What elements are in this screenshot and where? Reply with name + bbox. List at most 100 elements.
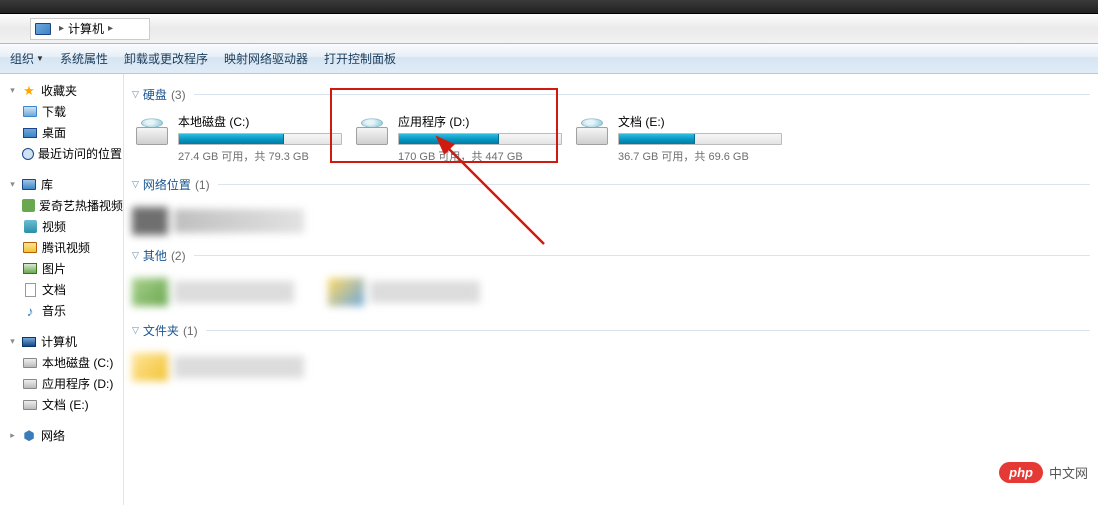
divider <box>218 184 1090 185</box>
folder-item[interactable] <box>132 347 1090 387</box>
computer-icon <box>35 23 51 35</box>
tree-label: 桌面 <box>42 124 66 141</box>
disk-icon <box>23 400 37 410</box>
php-logo: php <box>999 462 1043 483</box>
tree-label: 计算机 <box>41 333 77 350</box>
group-header-network[interactable]: ▽ 网络位置 (1) <box>132 176 1090 193</box>
group-header-folders[interactable]: ▽ 文件夹 (1) <box>132 322 1090 339</box>
tencent-icon <box>23 242 37 253</box>
divider <box>206 330 1090 331</box>
group-title: 硬盘 <box>143 86 167 103</box>
pictures-icon <box>23 263 37 274</box>
expand-icon[interactable]: ▸ <box>8 430 17 441</box>
group-count: (1) <box>183 324 198 338</box>
collapse-icon: ▽ <box>132 250 139 261</box>
drive-item-c[interactable]: 本地磁盘 (C:) 27.4 GB 可用，共 79.3 GB <box>132 111 344 166</box>
hard-disk-icon <box>574 113 610 145</box>
divider <box>194 255 1090 256</box>
breadcrumb-root[interactable]: 计算机 <box>68 20 104 37</box>
tree-label: 应用程序 (D:) <box>42 375 113 392</box>
drive-name: 文档 (E:) <box>618 113 782 130</box>
group-title: 文件夹 <box>143 322 179 339</box>
recent-icon <box>22 148 34 160</box>
chevron-right-icon: ▸ <box>108 23 113 34</box>
desktop-icon <box>23 128 37 138</box>
sidebar-item-disk-d[interactable]: 应用程序 (D:) <box>0 373 123 394</box>
drive-item-d[interactable]: 应用程序 (D:) 170 GB 可用，共 447 GB <box>352 111 564 166</box>
tree-favorites[interactable]: ▾ ★ 收藏夹 <box>0 80 123 101</box>
tree-label: 图片 <box>42 260 66 277</box>
drive-item-e[interactable]: 文档 (E:) 36.7 GB 可用，共 69.6 GB <box>572 111 784 166</box>
tree-label: 腾讯视频 <box>42 239 90 256</box>
sidebar-item-music[interactable]: ♪ 音乐 <box>0 300 123 321</box>
item-label <box>370 281 480 303</box>
tree-libraries[interactable]: ▾ 库 <box>0 174 123 195</box>
tree-label: 文档 (E:) <box>42 396 89 413</box>
collapse-icon: ▽ <box>132 325 139 336</box>
drive-stats: 27.4 GB 可用，共 79.3 GB <box>178 148 342 164</box>
sidebar-item-recent[interactable]: 最近访问的位置 <box>0 143 123 164</box>
navigation-sidebar: ▾ ★ 收藏夹 下载 桌面 最近访问的位置 ▾ 库 <box>0 74 124 505</box>
tree-label: 文档 <box>42 281 66 298</box>
network-item[interactable] <box>132 201 1090 241</box>
group-count: (3) <box>171 88 186 102</box>
other-item[interactable] <box>132 272 294 312</box>
toolbar-uninstall[interactable]: 卸载或更改程序 <box>124 50 208 67</box>
drive-stats: 36.7 GB 可用，共 69.6 GB <box>618 148 782 164</box>
tree-label: 网络 <box>41 427 65 444</box>
address-bar: ▸ 计算机 ▸ <box>0 14 1098 44</box>
collapse-icon[interactable]: ▾ <box>8 85 17 96</box>
video-icon <box>24 220 37 233</box>
nav-back-button[interactable] <box>4 18 26 40</box>
titlebar-decoration <box>0 0 1098 14</box>
collapse-icon[interactable]: ▾ <box>8 336 17 347</box>
toolbar-organize[interactable]: 组织 ▼ <box>10 50 44 67</box>
item-label <box>174 356 304 378</box>
tree-label: 音乐 <box>42 302 66 319</box>
group-count: (2) <box>171 249 186 263</box>
toolbar-label: 组织 <box>10 50 34 67</box>
address-box[interactable]: ▸ 计算机 ▸ <box>30 18 150 40</box>
collapse-icon[interactable]: ▾ <box>8 179 17 190</box>
drive-name: 应用程序 (D:) <box>398 113 562 130</box>
watermark: php 中文网 <box>999 462 1088 483</box>
tree-network[interactable]: ▸ ⬢ 网络 <box>0 425 123 446</box>
tree-computer[interactable]: ▾ 计算机 <box>0 331 123 352</box>
sidebar-item-pictures[interactable]: 图片 <box>0 258 123 279</box>
group-header-other[interactable]: ▽ 其他 (2) <box>132 247 1090 264</box>
tree-label: 最近访问的位置 <box>38 145 122 162</box>
item-thumbnail <box>132 207 168 235</box>
disk-icon <box>23 379 37 389</box>
toolbar-properties[interactable]: 系统属性 <box>60 50 108 67</box>
sidebar-item-documents[interactable]: 文档 <box>0 279 123 300</box>
divider <box>194 94 1090 95</box>
sidebar-item-desktop[interactable]: 桌面 <box>0 122 123 143</box>
sidebar-item-video[interactable]: 视频 <box>0 216 123 237</box>
watermark-text: 中文网 <box>1049 463 1088 482</box>
group-count: (1) <box>195 178 210 192</box>
sidebar-item-iqiyi[interactable]: 爱奇艺热播视频 <box>0 195 123 216</box>
collapse-icon: ▽ <box>132 179 139 190</box>
chevron-down-icon: ▼ <box>36 54 44 63</box>
disk-icon <box>23 358 37 368</box>
sidebar-item-tencent[interactable]: 腾讯视频 <box>0 237 123 258</box>
drive-usage-bar <box>178 133 342 145</box>
sidebar-item-disk-c[interactable]: 本地磁盘 (C:) <box>0 352 123 373</box>
sidebar-item-disk-e[interactable]: 文档 (E:) <box>0 394 123 415</box>
collapse-icon: ▽ <box>132 89 139 100</box>
item-thumbnail <box>132 278 168 306</box>
tree-label: 视频 <box>42 218 66 235</box>
documents-icon <box>25 283 36 297</box>
toolbar-control-panel[interactable]: 打开控制面板 <box>324 50 396 67</box>
computer-icon <box>22 337 36 347</box>
tree-label: 收藏夹 <box>41 82 77 99</box>
toolbar-map-drive[interactable]: 映射网络驱动器 <box>224 50 308 67</box>
hard-disk-icon <box>354 113 390 145</box>
tree-label: 库 <box>41 176 53 193</box>
toolbar-label: 系统属性 <box>60 50 108 67</box>
group-header-drives[interactable]: ▽ 硬盘 (3) <box>132 86 1090 103</box>
drive-usage-bar <box>618 133 782 145</box>
sidebar-item-downloads[interactable]: 下载 <box>0 101 123 122</box>
download-icon <box>23 106 37 117</box>
other-item[interactable] <box>328 272 480 312</box>
